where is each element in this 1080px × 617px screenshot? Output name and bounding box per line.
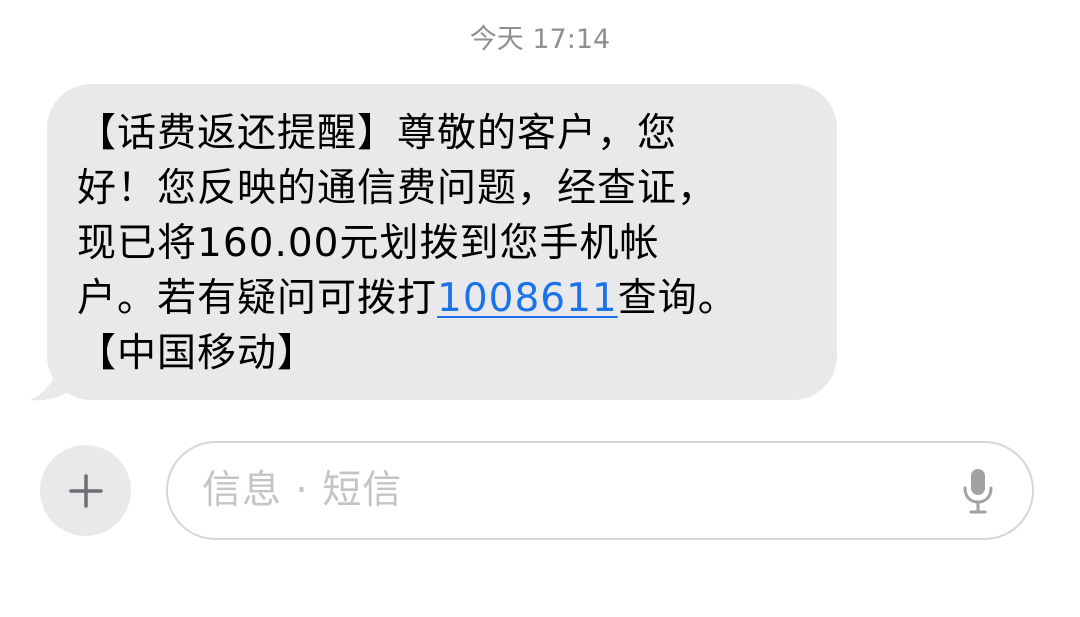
message-line-segment: 查询。 (617, 276, 738, 321)
phone-number-link[interactable]: 1008611 (437, 276, 618, 321)
message-line: 户。若有疑问可拨打1008611查询。 (77, 271, 807, 326)
message-composer (166, 441, 1034, 540)
message-line-segment: 户。若有疑问可拨打 (77, 276, 438, 321)
message-line: 现已将160.00元划拨到您手机帐 (77, 221, 660, 266)
message-text: 【话费返还提醒】尊敬的客户，您 好！您反映的通信费问题，经查证， 现已将160.… (77, 106, 807, 381)
dictation-button[interactable] (960, 466, 996, 516)
message-line: 好！您反映的通信费问题，经查证， (77, 166, 718, 211)
microphone-icon (963, 468, 993, 513)
message-timestamp: 今天 17:14 (469, 24, 611, 55)
messages-screen: 今天 17:14 【话费返还提醒】尊敬的客户，您 好！您反映的通信费问题，经查证… (0, 0, 1080, 617)
message-input[interactable] (202, 468, 960, 513)
add-attachment-button[interactable] (40, 445, 131, 536)
plus-icon (68, 473, 103, 508)
received-message-bubble[interactable]: 【话费返还提醒】尊敬的客户，您 好！您反映的通信费问题，经查证， 现已将160.… (47, 84, 837, 400)
message-line: 【中国移动】 (77, 331, 318, 376)
message-line: 【话费返还提醒】尊敬的客户，您 (77, 111, 678, 156)
